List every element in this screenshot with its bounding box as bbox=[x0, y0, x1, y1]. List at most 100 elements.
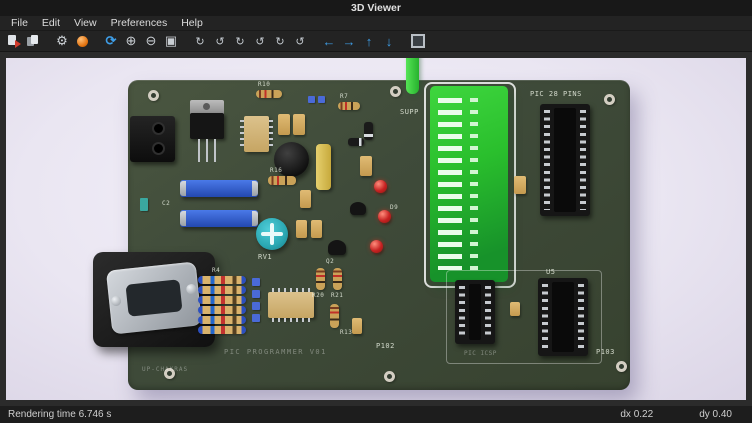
led-red bbox=[374, 180, 387, 193]
toolbar-separator bbox=[92, 32, 101, 50]
capacitor bbox=[352, 318, 362, 334]
silk-rv1: RV1 bbox=[258, 253, 272, 261]
glyph: ↻ bbox=[275, 35, 284, 48]
glyph: ⟳ bbox=[106, 33, 117, 49]
ic-u4 bbox=[244, 116, 269, 152]
resistor-array-r4 bbox=[198, 326, 246, 334]
socket-pins-right bbox=[485, 286, 491, 338]
silk-q2: Q2 bbox=[326, 258, 334, 265]
silk-r10: R10 bbox=[258, 81, 270, 88]
raytracing-sphere-icon[interactable] bbox=[73, 32, 91, 50]
rotate-x-ccw-icon[interactable]: ↺ bbox=[211, 32, 229, 50]
led-red bbox=[370, 240, 383, 253]
dip-socket bbox=[455, 280, 495, 344]
titlebar[interactable]: 3D Viewer bbox=[0, 0, 752, 16]
capacitor bbox=[311, 220, 322, 238]
rotate-z-cw-icon[interactable]: ↻ bbox=[271, 32, 289, 50]
toolbar-separator bbox=[181, 32, 190, 50]
silk-r16: R16 bbox=[270, 167, 282, 174]
move-right-arrow-icon[interactable]: → bbox=[340, 32, 358, 50]
silk-p103: P103 bbox=[596, 348, 615, 356]
zoom-out-icon[interactable]: ⊖ bbox=[142, 32, 160, 50]
zoom-fit-icon[interactable]: ▣ bbox=[162, 32, 180, 50]
blue-capacitor bbox=[180, 210, 258, 227]
menu-help[interactable]: Help bbox=[174, 16, 210, 30]
ic-u2 bbox=[268, 292, 314, 318]
silk-c2: C2 bbox=[162, 200, 170, 207]
transistor-q2 bbox=[328, 240, 346, 255]
glyph: ⊕ bbox=[126, 33, 137, 49]
glyph: ↻ bbox=[195, 35, 204, 48]
capacitor bbox=[510, 302, 520, 316]
terminal-screw bbox=[152, 122, 165, 135]
glyph: ↺ bbox=[215, 35, 224, 48]
render-settings-gear-icon[interactable]: ⚙ bbox=[53, 32, 71, 50]
capacitor bbox=[300, 190, 311, 208]
resistor-array-r4 bbox=[198, 316, 246, 324]
db9-screw bbox=[111, 295, 122, 306]
move-left-arrow-icon[interactable]: ← bbox=[320, 32, 338, 50]
reload-board-icon[interactable]: ⟳ bbox=[102, 32, 120, 50]
silk-u5: U5 bbox=[546, 268, 555, 276]
capacitor bbox=[278, 114, 290, 135]
ceramic-capacitor bbox=[252, 302, 260, 310]
terminal-block bbox=[130, 116, 175, 162]
dy-value: dy 0.40 bbox=[699, 409, 732, 420]
resistor-array-r4 bbox=[198, 276, 246, 284]
silk-r13: R13 bbox=[340, 329, 352, 336]
glyph: ↻ bbox=[235, 35, 244, 48]
silk-pic28: PIC 28 PINS bbox=[530, 90, 582, 98]
rotate-z-ccw-icon[interactable]: ↺ bbox=[291, 32, 309, 50]
glyph: → bbox=[343, 34, 356, 49]
rendering-time: Rendering time 6.746 s bbox=[8, 409, 111, 420]
mounting-hole bbox=[604, 94, 615, 105]
mounting-hole bbox=[148, 90, 159, 101]
ceramic-capacitor bbox=[252, 278, 260, 286]
menubar: File Edit View Preferences Help bbox=[0, 16, 752, 31]
dip-socket-u5 bbox=[538, 278, 588, 356]
menu-file[interactable]: File bbox=[4, 16, 35, 30]
copy-image-icon[interactable] bbox=[24, 32, 42, 50]
glyph: ↓ bbox=[386, 34, 393, 49]
blue-capacitor-c2 bbox=[180, 180, 258, 197]
mounting-hole bbox=[616, 361, 627, 372]
zoom-in-icon[interactable]: ⊕ bbox=[122, 32, 140, 50]
resistor-array-r4 bbox=[198, 286, 246, 294]
silk-board-title: PIC PROGRAMMER V01 bbox=[224, 348, 327, 356]
led-d9 bbox=[378, 210, 391, 223]
toolbar-separator bbox=[43, 32, 52, 50]
rotate-y-ccw-icon[interactable]: ↺ bbox=[251, 32, 269, 50]
menu-view[interactable]: View bbox=[67, 16, 104, 30]
transistor bbox=[350, 202, 366, 215]
capacitor bbox=[293, 114, 305, 135]
resistor-r10 bbox=[256, 90, 282, 98]
silk-brand: UP-CHAKRAS bbox=[142, 366, 188, 373]
rotate-x-cw-icon[interactable]: ↻ bbox=[191, 32, 209, 50]
zif-contact-holes bbox=[470, 98, 478, 270]
menu-preferences[interactable]: Preferences bbox=[104, 16, 175, 30]
glyph: ← bbox=[323, 34, 336, 49]
mounting-hole bbox=[384, 371, 395, 382]
silk-d9: D9 bbox=[390, 204, 398, 211]
silk-r21: R21 bbox=[331, 292, 343, 299]
capacitor bbox=[296, 220, 307, 238]
rotate-y-cw-icon[interactable]: ↻ bbox=[231, 32, 249, 50]
zif-lever bbox=[406, 58, 419, 94]
socket-pins-left bbox=[544, 110, 550, 210]
ceramic-capacitor bbox=[252, 290, 260, 298]
export-image-icon[interactable] bbox=[4, 32, 22, 50]
ceramic-capacitor bbox=[308, 96, 315, 103]
orthographic-projection-icon[interactable] bbox=[409, 32, 427, 50]
move-down-arrow-icon[interactable]: ↓ bbox=[380, 32, 398, 50]
trimmer-rv1 bbox=[256, 218, 288, 250]
regulator-heatsink-tab bbox=[190, 100, 224, 114]
pcb-board: R10 R7 R16 C2 RV1 D9 Q2 R20 R21 R4 R13 S… bbox=[128, 80, 630, 390]
move-up-arrow-icon[interactable]: ↑ bbox=[360, 32, 378, 50]
3d-viewport[interactable]: R10 R7 R16 C2 RV1 D9 Q2 R20 R21 R4 R13 S… bbox=[6, 58, 746, 400]
silk-r7: R7 bbox=[340, 93, 348, 100]
resistor-array-r4 bbox=[198, 296, 246, 304]
diode bbox=[348, 138, 364, 146]
silk-p102: P102 bbox=[376, 342, 395, 350]
viewport-frame: R10 R7 R16 C2 RV1 D9 Q2 R20 R21 R4 R13 S… bbox=[0, 52, 752, 406]
menu-edit[interactable]: Edit bbox=[35, 16, 67, 30]
